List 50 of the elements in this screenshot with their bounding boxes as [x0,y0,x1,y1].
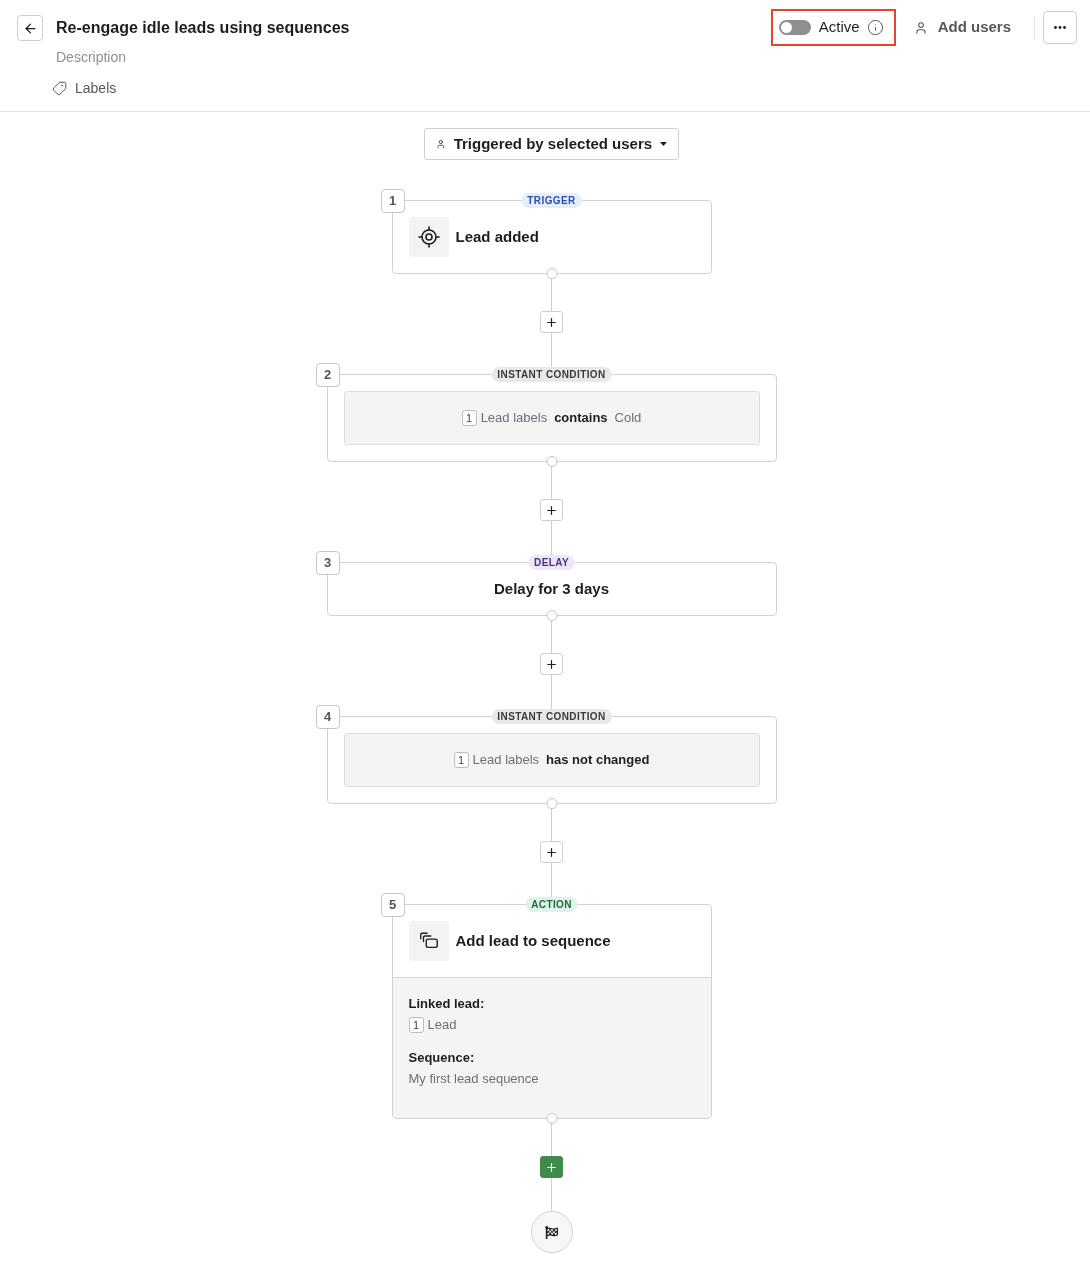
checkered-flag-icon [530,1211,573,1253]
step-number: 3 [315,551,340,575]
trigger-dropdown[interactable]: Triggered by selected users [424,128,679,160]
step-type-tag: ACTION [525,897,578,912]
back-button[interactable] [17,15,43,41]
plus-icon [545,657,558,671]
step-number: 1 [380,189,405,213]
step-type-tag: INSTANT CONDITION [491,709,612,724]
step-type-tag: INSTANT CONDITION [491,367,612,382]
step-type-tag: DELAY [528,555,575,570]
workflow-title: Re-engage idle leads using sequences [56,18,350,38]
condition-value: Cold [614,409,642,428]
toggle-switch[interactable] [778,20,811,35]
detail-label: Linked lead: [408,995,485,1013]
condition-panel[interactable]: 1 Lead labels has not changed [343,733,760,787]
condition-operator: has not changed [546,751,650,770]
person-icon [913,20,928,35]
caret-down-icon [660,141,667,147]
crosshair-icon [408,217,449,257]
toggle-label: Active [818,17,860,38]
step-reference: 1 [461,410,477,426]
connector-line [551,1178,552,1211]
detail-value: My first lead sequence [408,1070,539,1088]
step-number: 2 [315,363,340,387]
condition-operator: contains [554,409,608,428]
step-title: Add lead to sequence [455,931,611,951]
description-field[interactable]: Description [56,47,226,67]
add-users-button[interactable]: Add users [905,11,1019,44]
step-number: 5 [380,893,405,917]
step-reference: 1 [453,752,469,768]
info-icon[interactable] [866,19,884,36]
step-title: Lead added [455,227,539,247]
condition-field: Lead labels [472,750,540,770]
person-icon [436,137,446,151]
step-type-tag: TRIGGER [521,193,582,208]
step-reference: 1 [408,1017,424,1033]
detail-label: Sequence: [408,1049,475,1067]
plus-icon [545,1160,558,1174]
labels-button[interactable]: Labels [52,78,117,98]
step-title: Delay for 3 days [493,579,610,599]
plus-icon [545,845,558,859]
more-icon [1054,26,1066,29]
detail-value: Lead [427,1016,457,1034]
condition-panel[interactable]: 1 Lead labels contains Cold [343,391,760,445]
plus-icon [545,503,558,517]
tag-icon [52,80,67,96]
condition-field: Lead labels [480,408,548,428]
stacked-cards-icon [408,921,449,961]
step-number: 4 [315,705,340,729]
plus-icon [545,315,558,329]
